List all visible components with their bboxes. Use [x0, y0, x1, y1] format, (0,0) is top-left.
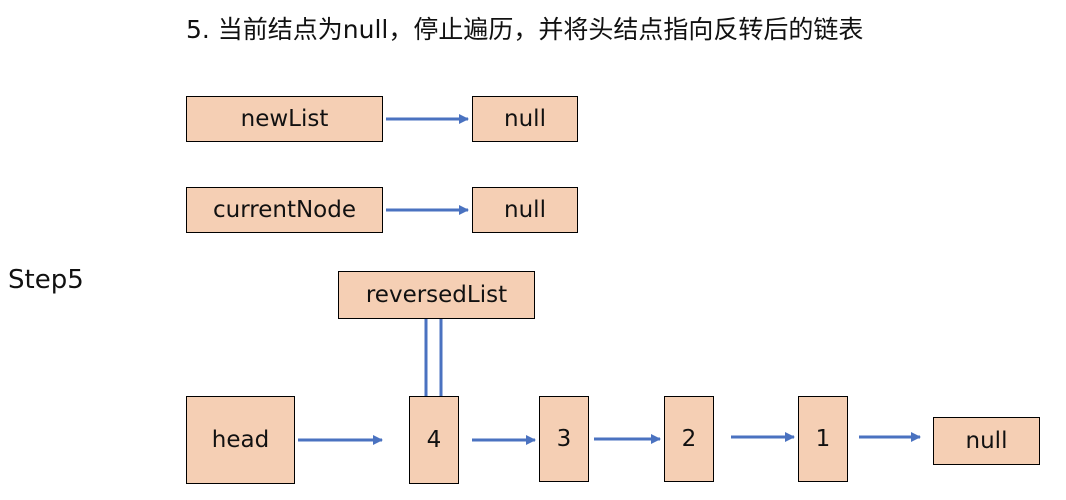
list-node-4: 4 [409, 396, 459, 484]
list-node-2: 2 [664, 396, 714, 482]
currentnode-node: currentNode [186, 187, 383, 233]
list-node-3: 3 [539, 396, 589, 482]
currentnode-null-node: null [472, 187, 578, 233]
reversedlist-node: reversedList [338, 271, 535, 319]
head-node: head [186, 396, 295, 484]
list-node-1: 1 [798, 396, 848, 482]
newlist-null-node: null [472, 96, 578, 142]
connector-layer [298, 114, 921, 445]
newlist-node: newList [186, 96, 383, 142]
list-null-node: null [933, 417, 1040, 465]
